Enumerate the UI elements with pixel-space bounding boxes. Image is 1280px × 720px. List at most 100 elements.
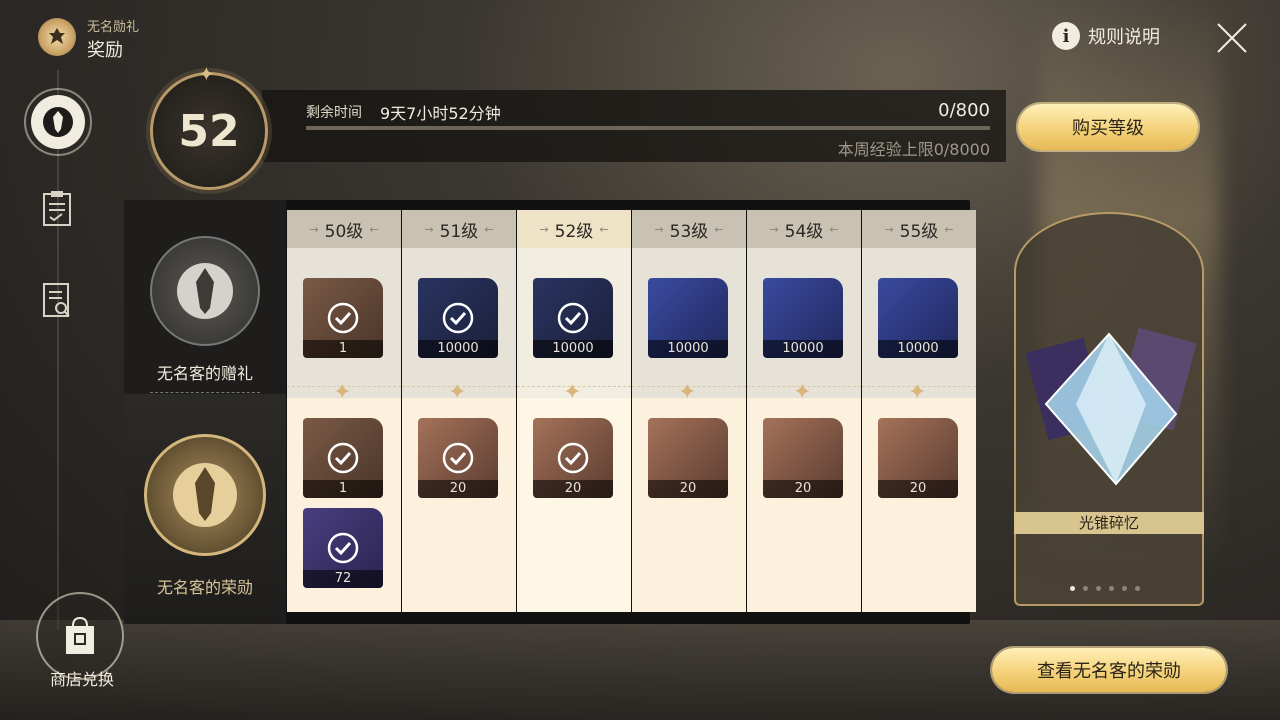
rules-button[interactable]: i 规则说明 — [1052, 22, 1160, 50]
level-column-header: → 51级 ← — [402, 210, 516, 248]
free-reward-item[interactable]: 10000 — [533, 278, 613, 358]
arrow-left-icon: → — [309, 222, 319, 236]
pass-emblem-icon — [38, 18, 76, 56]
document-search-icon — [43, 283, 70, 317]
free-track-label: 无名客的赠礼 — [156, 364, 253, 383]
reward-quantity: 1 — [303, 480, 383, 498]
nav-item-rewards[interactable] — [24, 88, 92, 156]
nav-item-overview[interactable] — [40, 280, 74, 320]
sparkle-icon: ✦ — [678, 380, 697, 405]
reward-quantity: 20 — [648, 480, 728, 498]
close-button[interactable] — [1214, 20, 1250, 56]
reward-quantity: 10000 — [418, 340, 498, 358]
pagination-dot[interactable] — [1135, 586, 1140, 591]
reward-quantity: 10000 — [648, 340, 728, 358]
arrow-left-icon: → — [424, 222, 434, 236]
pagination-dot[interactable] — [1122, 586, 1127, 591]
exp-progress-bar — [306, 126, 990, 130]
reward-quantity: 10000 — [533, 340, 613, 358]
arrow-right-icon: ← — [944, 222, 954, 236]
level-column: → 50级 ← ✦ 1 1 72 — [287, 210, 401, 612]
paid-reward-item[interactable]: 20 — [418, 418, 498, 498]
paid-track-label: 无名客的荣勋 — [156, 578, 253, 597]
free-reward-item[interactable]: 10000 — [648, 278, 728, 358]
arrow-right-icon: ← — [599, 222, 609, 236]
free-reward-item[interactable]: 10000 — [418, 278, 498, 358]
level-label: 54级 — [784, 221, 824, 242]
level-label: 52级 — [554, 221, 594, 242]
remaining-time-value: 9天7小时52分钟 — [380, 104, 501, 123]
arrow-left-icon: → — [884, 222, 894, 236]
level-column-header: → 50级 ← — [287, 210, 401, 248]
level-label: 51级 — [439, 221, 479, 242]
view-honor-button[interactable]: 查看无名客的荣勋 — [992, 648, 1226, 692]
arrow-left-icon: → — [769, 222, 779, 236]
header-title: 奖励 — [87, 40, 123, 61]
level-column: → 54级 ← ✦ 10000 20 — [747, 210, 861, 612]
sparkle-icon: ✦ — [793, 380, 812, 405]
pagination-dot[interactable] — [1096, 586, 1101, 591]
arrow-right-icon: ← — [369, 222, 379, 236]
paid-reward-item[interactable]: 20 — [533, 418, 613, 498]
claimed-check-icon — [557, 442, 589, 474]
rules-label: 规则说明 — [1088, 27, 1160, 48]
level-column: → 51级 ← ✦ 10000 20 — [402, 210, 516, 612]
free-reward-item[interactable]: 1 — [303, 278, 383, 358]
free-track-divider — [150, 392, 260, 393]
level-column-header: → 53级 ← — [632, 210, 746, 248]
arrow-left-icon: → — [539, 222, 549, 236]
exp-counter: 0/800 — [938, 100, 990, 121]
claimed-check-icon — [327, 442, 359, 474]
pagination-dot[interactable] — [1070, 586, 1075, 591]
shopping-bag-icon — [66, 616, 94, 654]
free-reward-item[interactable]: 10000 — [763, 278, 843, 358]
paid-reward-item[interactable]: 20 — [763, 418, 843, 498]
paid-track-emblem-icon — [144, 434, 266, 556]
level-column-header: → 55级 ← — [862, 210, 976, 248]
paid-reward-item[interactable]: 20 — [878, 418, 958, 498]
claimed-check-icon — [557, 302, 589, 334]
reward-quantity: 20 — [763, 480, 843, 498]
arrow-right-icon: ← — [829, 222, 839, 236]
claimed-check-icon — [327, 302, 359, 334]
free-reward-item[interactable]: 10000 — [878, 278, 958, 358]
weekly-exp-limit: 本周经验上限0/8000 — [837, 140, 990, 159]
level-column: → 52级 ← ✦ 10000 20 — [517, 210, 631, 612]
level-column-header: → 52级 ← — [517, 210, 631, 248]
header-subtitle: 无名勋礼 — [87, 20, 140, 35]
paid-reward-item[interactable]: 1 — [303, 418, 383, 498]
star-icon: ✦ — [198, 62, 215, 86]
arrow-right-icon: ← — [484, 222, 494, 236]
reward-quantity: 20 — [533, 480, 613, 498]
sparkle-icon: ✦ — [908, 380, 927, 405]
sparkle-icon: ✦ — [333, 380, 352, 405]
paid-reward-item[interactable]: 72 — [303, 508, 383, 588]
pagination-dot[interactable] — [1083, 586, 1088, 591]
remaining-time-label: 剩余时间 — [306, 105, 362, 121]
current-level: 52 — [178, 105, 240, 157]
close-icon — [1217, 23, 1247, 53]
reward-quantity: 72 — [303, 570, 383, 588]
level-label: 55级 — [899, 221, 939, 242]
claimed-check-icon — [442, 442, 474, 474]
light-cone-fragment-icon — [1025, 327, 1197, 486]
reward-quantity: 10000 — [763, 340, 843, 358]
nav-item-missions[interactable] — [40, 188, 74, 228]
reward-quantity: 20 — [418, 480, 498, 498]
info-icon: i — [1052, 22, 1080, 50]
clipboard-icon — [43, 191, 71, 226]
pagination-dot[interactable] — [1109, 586, 1114, 591]
buy-level-button[interactable]: 购买等级 — [1018, 104, 1198, 150]
level-column: → 55级 ← ✦ 10000 20 — [862, 210, 976, 612]
preview-title: 光锥碎忆 — [1014, 512, 1204, 534]
shop-exchange-label: 商店兑换 — [49, 670, 114, 689]
sparkle-icon: ✦ — [563, 380, 582, 405]
rewards-emblem-icon — [43, 107, 73, 137]
claimed-check-icon — [327, 532, 359, 564]
preview-pagination — [1070, 586, 1140, 591]
level-column: → 53级 ← ✦ 10000 20 — [632, 210, 746, 612]
paid-reward-item[interactable]: 20 — [648, 418, 728, 498]
arrow-left-icon: → — [654, 222, 664, 236]
reward-quantity: 20 — [878, 480, 958, 498]
reward-preview-card[interactable] — [1014, 212, 1204, 606]
